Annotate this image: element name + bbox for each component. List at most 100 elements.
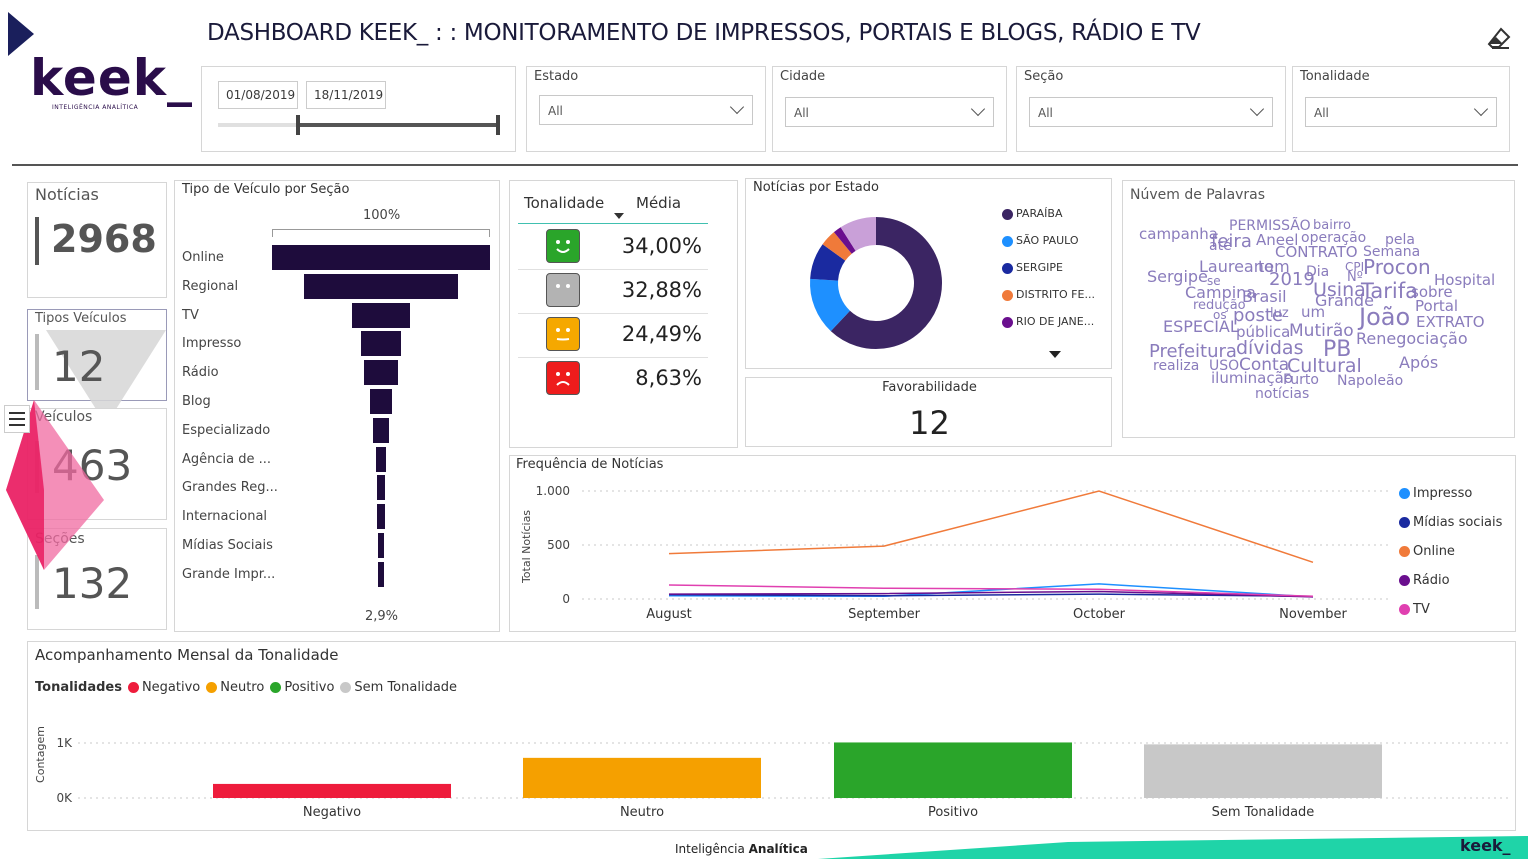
- word-cloud-word[interactable]: feira: [1211, 233, 1252, 251]
- legend-label: RIO DE JANE...: [1016, 315, 1095, 328]
- word-cloud-word[interactable]: luz: [1270, 307, 1289, 320]
- bar[interactable]: [213, 783, 451, 798]
- kpi-tipos-veiculos[interactable]: Tipos Veículos 12: [27, 309, 167, 425]
- legend-item[interactable]: Mídias sociais: [1399, 515, 1502, 544]
- legend-dot: [1002, 235, 1013, 247]
- tonalidade-value: 34,00%: [621, 234, 702, 258]
- funnel-label: Blog: [182, 394, 211, 409]
- kpi-tipos-value: 12: [52, 342, 106, 391]
- legend-item[interactable]: SÃO PAULO: [1002, 234, 1095, 261]
- x-tick-label: August: [646, 607, 692, 622]
- word-cloud-word[interactable]: notícias: [1255, 387, 1309, 401]
- filter-tonalidade-value: All: [1314, 106, 1329, 120]
- filter-tonalidade-select[interactable]: All: [1305, 97, 1497, 127]
- funnel-bar[interactable]: [377, 533, 385, 558]
- x-tick-label: November: [1279, 607, 1347, 622]
- funnel-bar[interactable]: [373, 417, 389, 443]
- footer-brand-logo: keek_: [1460, 836, 1511, 855]
- funnel-bar[interactable]: [361, 331, 401, 357]
- legend-item[interactable]: TV: [1399, 602, 1502, 631]
- estado-donut-card: Notícias por Estado PARAÍBA SÃO PAULO SERG…: [745, 178, 1112, 369]
- legend-item[interactable]: PARAÍBA: [1002, 207, 1095, 234]
- eraser-icon[interactable]: [1487, 26, 1511, 50]
- filter-estado-select[interactable]: All: [539, 95, 753, 125]
- filter-secao: Seção All: [1016, 66, 1286, 152]
- word-cloud-word[interactable]: EXTRATO: [1416, 315, 1485, 330]
- legend-item[interactable]: Rádio: [1399, 573, 1502, 602]
- word-cloud-word[interactable]: João: [1359, 305, 1410, 329]
- meh-face-icon: [546, 317, 580, 351]
- funnel-bar[interactable]: [376, 475, 386, 501]
- word-cloud-word[interactable]: Brasil: [1242, 289, 1287, 305]
- legend-item[interactable]: Online: [1399, 544, 1502, 573]
- y-tick-label: 0K: [56, 791, 73, 805]
- funnel-chart-card: Tipo de Veículo por Seção 100% Online Reg…: [174, 180, 500, 632]
- bar[interactable]: [1144, 744, 1382, 798]
- word-cloud-word[interactable]: campanha: [1139, 227, 1218, 242]
- bar[interactable]: [834, 742, 1072, 798]
- word-cloud-word[interactable]: realiza: [1153, 359, 1199, 373]
- funnel-bar[interactable]: [272, 245, 490, 270]
- funnel-label: Internacional: [182, 509, 268, 525]
- legend-label: PARAÍBA: [1016, 207, 1063, 220]
- word-cloud-word[interactable]: Napoleão: [1337, 374, 1403, 388]
- sort-down-icon[interactable]: [614, 213, 624, 219]
- filter-estado-value: All: [548, 104, 563, 118]
- legend-label: Rádio: [1413, 573, 1450, 588]
- filter-estado-label: Estado: [534, 69, 579, 84]
- word-cloud-word[interactable]: Procon: [1363, 257, 1431, 277]
- legend-item[interactable]: SERGIPE: [1002, 261, 1095, 288]
- date-range-filter: 01/08/2019 18/11/2019: [201, 66, 516, 152]
- legend-scroll-down-icon[interactable]: [1049, 351, 1061, 358]
- funnel-bar[interactable]: [375, 446, 387, 472]
- filter-cidade-select[interactable]: All: [785, 97, 994, 127]
- word-cloud-word[interactable]: iluminação: [1211, 371, 1293, 386]
- word-cloud-word[interactable]: um: [1301, 305, 1325, 320]
- date-slider-handle-start[interactable]: [296, 115, 300, 135]
- face-glyph: [556, 240, 570, 253]
- funnel-label: Online: [182, 250, 224, 265]
- legend-label: Mídias sociais: [1413, 515, 1503, 530]
- x-tick-label: Negativo: [303, 805, 361, 820]
- word-cloud-word[interactable]: Após: [1399, 355, 1438, 371]
- filter-secao-select[interactable]: All: [1029, 97, 1273, 127]
- footer-teal-wave: [818, 836, 1528, 859]
- filter-tonalidade-label: Tonalidade: [1300, 69, 1370, 84]
- acompanhamento-bar-chart[interactable]: 0K 1K Negativo Neutro Positivo Sem Tonalidade: [28, 642, 1517, 832]
- kpi-noticias[interactable]: Notícias 2968: [27, 182, 167, 298]
- estado-donut-chart[interactable]: [806, 213, 946, 353]
- chevron-down-icon: [729, 99, 745, 115]
- footer-text-regular: Inteligência: [675, 842, 749, 856]
- frequencia-line-chart[interactable]: 0 500 1.000 August September October November: [510, 456, 1400, 633]
- filter-cidade-label: Cidade: [780, 69, 826, 84]
- footer-text-bold: Analítica: [748, 842, 808, 856]
- word-cloud-word[interactable]: ESPECIAL: [1163, 319, 1239, 335]
- funnel-bar[interactable]: [370, 389, 392, 414]
- funnel-label: TV: [182, 307, 199, 323]
- word-cloud-word[interactable]: Renegociação: [1356, 331, 1468, 347]
- funnel-top-label: 100%: [363, 208, 401, 223]
- date-start-input[interactable]: 01/08/2019: [218, 81, 298, 109]
- table-header-media[interactable]: Média: [636, 194, 681, 212]
- date-slider-handle-end[interactable]: [496, 115, 500, 135]
- date-end-input[interactable]: 18/11/2019: [306, 81, 386, 109]
- face-glyph: [556, 328, 570, 341]
- word-cloud-word[interactable]: Portal: [1415, 299, 1458, 314]
- funnel-label: Grande Impr...: [182, 566, 276, 582]
- legend-item[interactable]: Impresso: [1399, 486, 1502, 515]
- funnel-bar[interactable]: [303, 273, 459, 299]
- legend-item[interactable]: RIO DE JANE...: [1002, 315, 1095, 342]
- legend-item[interactable]: DISTRITO FE...: [1002, 288, 1095, 315]
- bar[interactable]: [523, 757, 761, 798]
- funnel-bar[interactable]: [351, 302, 411, 328]
- frequencia-card: Frequência de Notícias Total Notícias 05…: [509, 455, 1516, 632]
- hamburger-menu-icon[interactable]: [4, 405, 30, 433]
- row-divider: [518, 357, 708, 358]
- funnel-bar[interactable]: [377, 561, 385, 587]
- table-header-tonalidade[interactable]: Tonalidade: [524, 194, 604, 212]
- word-cloud-word[interactable]: Furto: [1283, 373, 1319, 387]
- chevron-down-icon: [1473, 101, 1489, 117]
- funnel-bar[interactable]: [376, 504, 386, 530]
- funnel-label: Regional: [182, 278, 239, 294]
- funnel-bar[interactable]: [363, 360, 399, 386]
